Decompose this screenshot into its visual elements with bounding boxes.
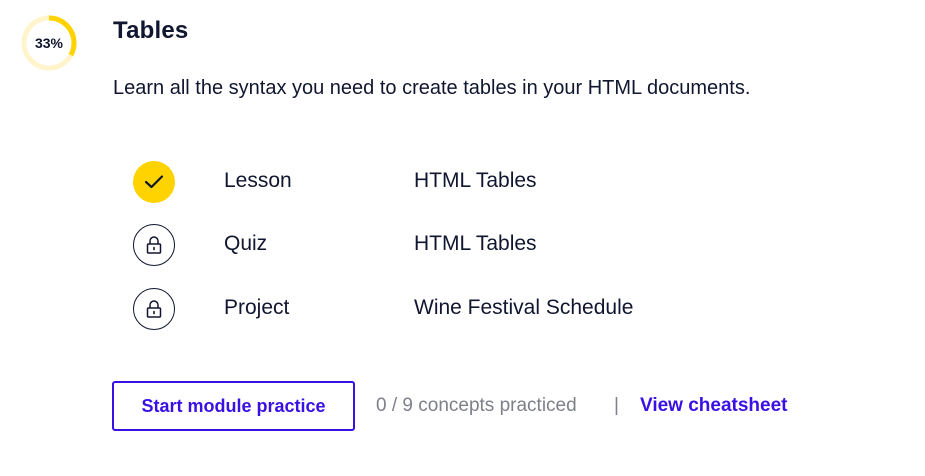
content-item-type: Lesson: [224, 169, 292, 192]
module-progress-ring: 33%: [21, 15, 77, 71]
content-item-name[interactable]: HTML Tables: [414, 169, 537, 193]
view-cheatsheet-link[interactable]: View cheatsheet: [640, 395, 788, 417]
module-description: Learn all the syntax you need to create …: [113, 77, 751, 99]
content-item-name[interactable]: Wine Festival Schedule: [414, 296, 633, 320]
content-item-type: Project: [224, 296, 290, 319]
locked-status-badge: [133, 224, 175, 266]
content-item-lesson[interactable]: Lesson HTML Tables: [133, 161, 833, 203]
completed-status-badge: [133, 161, 175, 203]
start-module-practice-button[interactable]: Start module practice: [112, 381, 355, 431]
check-icon: [144, 175, 164, 189]
module-title: Tables: [113, 17, 189, 44]
concepts-practiced-count: 0 / 9 concepts practiced: [376, 395, 577, 416]
content-item-name[interactable]: HTML Tables: [414, 232, 537, 256]
lock-icon: [146, 300, 162, 318]
content-item-quiz[interactable]: Quiz HTML Tables: [133, 224, 833, 266]
content-item-project[interactable]: Project Wine Festival Schedule: [133, 288, 833, 330]
content-item-type: Quiz: [224, 232, 268, 255]
progress-percent: 33%: [34, 35, 64, 51]
locked-status-badge: [133, 288, 175, 330]
lock-icon: [146, 236, 162, 254]
footer-separator: |: [614, 395, 619, 416]
